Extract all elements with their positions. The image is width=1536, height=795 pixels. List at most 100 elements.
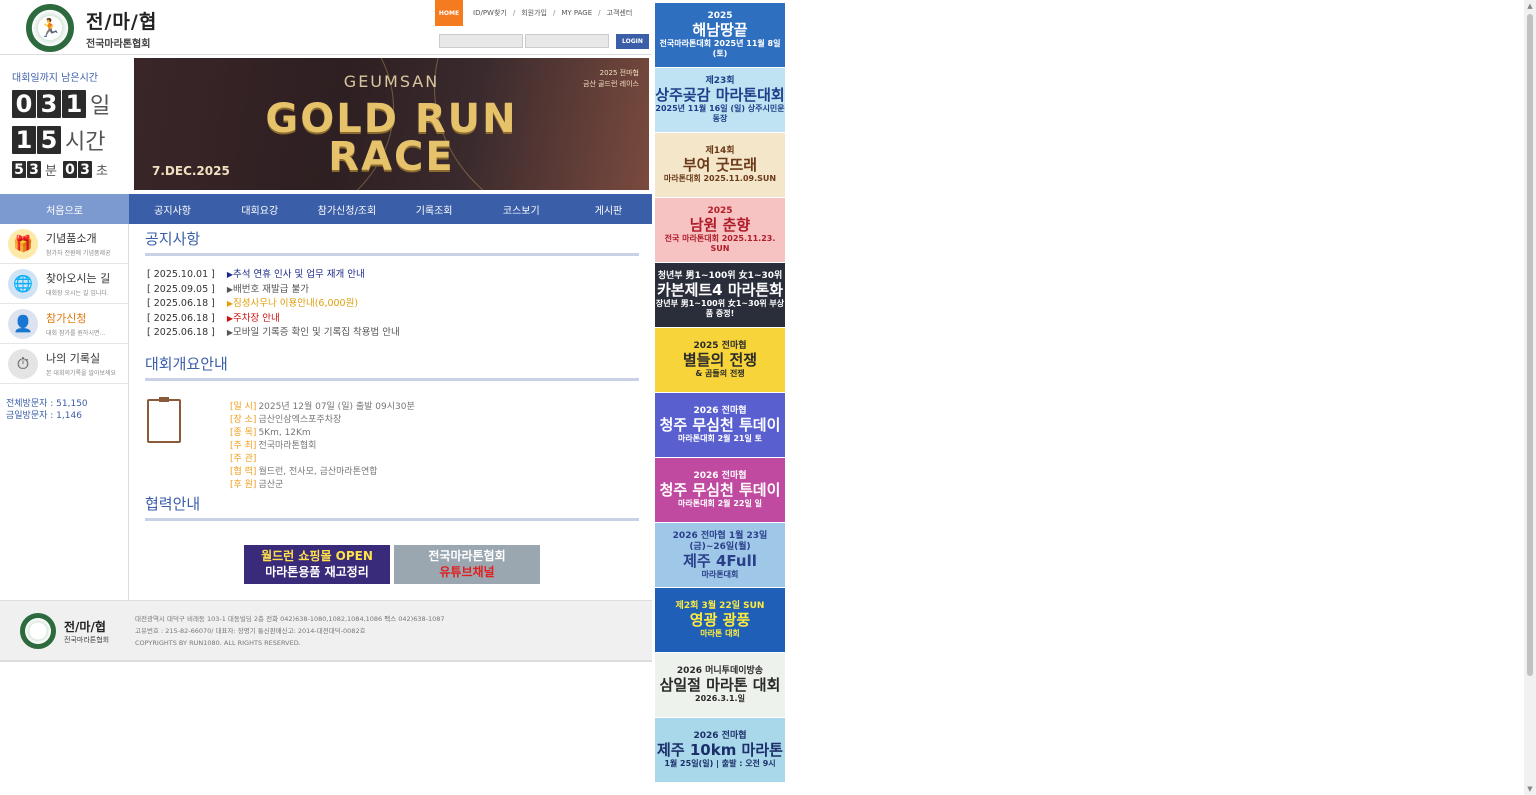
overview-label: [협 력] bbox=[230, 466, 257, 477]
notice-text[interactable]: 주차장 안내 bbox=[233, 313, 280, 324]
footer-address: 대전광역시 대덕구 비래동 103-1 대동빌딩 2층 전화 042)638-1… bbox=[135, 615, 445, 623]
globe-icon: 🌐 bbox=[8, 268, 38, 299]
ad-text-l2: 청주 무심천 투데이 bbox=[659, 416, 781, 434]
separator: / bbox=[598, 9, 601, 17]
overview-label: [후 원] bbox=[230, 479, 257, 490]
sidebar-ad-banner[interactable]: 제23회 상주곶감 마라톤대회 2025년 11월 16일 (일) 상주시민운동장 bbox=[655, 68, 785, 132]
nav-notice[interactable]: 공지사항 bbox=[129, 194, 216, 224]
footer-copyright: COPYRIGHTS BY RUN1080. ALL RIGHTS RESERV… bbox=[135, 639, 301, 647]
notice-date: [ 2025.06.18 ] bbox=[147, 298, 215, 309]
right-ad-column: 2025 해남땅끝 전국마라톤대회 2025년 11월 8일 (토) 제23회 상주곶감… bbox=[655, 3, 785, 795]
sidebar-ad-banner[interactable]: 2026 전마협 제주 10km 마라톤 1월 25일(일) | 출발 : 오전 9… bbox=[655, 718, 785, 782]
overview-label: [장 소] bbox=[230, 414, 257, 425]
sidebar-ad-banner[interactable]: 제14회 부여 굿뜨래 마라톤대회 2025.11.09.SUN bbox=[655, 133, 785, 197]
notice-text[interactable]: 짐셩사우나 이용안내(6,000원) bbox=[233, 298, 358, 309]
day-unit: 일 bbox=[90, 94, 111, 119]
hero-tag-line1: 2025 전마협 bbox=[599, 69, 639, 77]
top-navigation: HOME ID/PW찾기 / 회원가입 / MY PAGE / 고객센터 bbox=[435, 0, 651, 26]
footer-business: 고유번호 : 215-82-66070/ 대표자: 장명기 통신판매신고: 20… bbox=[135, 627, 366, 635]
countdown-hours: 1 5 시간 bbox=[12, 124, 128, 156]
ad-text-l3: & 곰들의 전쟁 bbox=[695, 369, 745, 378]
notice-text[interactable]: 배번호 재발급 불가 bbox=[233, 284, 309, 295]
site-logo[interactable]: 🏃 전/마/협 전국마라톤협회 bbox=[26, 4, 176, 52]
notice-text[interactable]: 모바일 기록증 확인 및 기록집 착용법 안내 bbox=[233, 327, 400, 338]
ad-text-l3: 전국마라톤대회 2025년 11월 8일 (토) bbox=[659, 39, 781, 58]
left-menu-registration[interactable]: 👤 참가신청 대회 참가를 원하시면... bbox=[0, 304, 128, 344]
sidebar-ad-banner[interactable]: 2026 머니투데이방송 삼일절 마라톤 대회 2026.3.1.일 bbox=[655, 653, 785, 717]
main-nav: 처음으로 공지사항 대회요강 참가신청/조회 기록조회 코스보기 게시판 bbox=[0, 194, 652, 224]
partners-section-title: 협력안내 bbox=[145, 489, 639, 521]
ad-text-l3: 마라톤대회 2월 21일 토 bbox=[678, 434, 762, 443]
login-button[interactable]: LOGIN bbox=[616, 33, 649, 49]
find-id-pw-link[interactable]: ID/PW찾기 bbox=[473, 8, 507, 18]
partner-banner-youtube[interactable]: 전국마라톤협회 유튜브채널 bbox=[394, 544, 540, 584]
sidebar-ad-banner[interactable]: 청년부 男1~100위 女1~30위 카본제트4 마라톤화 장년부 男1~100위 … bbox=[655, 263, 785, 327]
nav-course[interactable]: 코스보기 bbox=[478, 194, 565, 224]
countdown-digit: 3 bbox=[77, 161, 92, 178]
sidebar-ad-banner[interactable]: 2025 남원 춘향 전국 마라톤대회 2025.11.23. SUN bbox=[655, 198, 785, 262]
nav-registration[interactable]: 참가신청/조회 bbox=[303, 194, 390, 224]
countdown-digit: 5 bbox=[12, 161, 26, 178]
association-emblem-icon: 🏃 bbox=[26, 4, 74, 52]
scroll-down-icon[interactable]: ▼ bbox=[1526, 785, 1534, 793]
total-visitors-value: 51,150 bbox=[56, 399, 88, 409]
ad-text-l1: 2026 전마협 1월 23일(금)~26일(월) bbox=[672, 530, 768, 552]
association-emblem-icon bbox=[20, 613, 56, 649]
countdown-days: 0 3 1 일 bbox=[12, 88, 128, 120]
nav-records[interactable]: 기록조회 bbox=[391, 194, 478, 224]
page: 🏃 전/마/협 전국마라톤협회 HOME ID/PW찾기 / 회원가입 / MY… bbox=[0, 0, 1536, 795]
notice-text[interactable]: 추석 연휴 인사 및 업무 재개 안내 bbox=[233, 269, 365, 280]
sidebar-ad-banner[interactable]: 2025 해남땅끝 전국마라톤대회 2025년 11월 8일 (토) bbox=[655, 3, 785, 67]
nav-board[interactable]: 게시판 bbox=[565, 194, 652, 224]
left-menu-souvenir[interactable]: 🎁 기념품소개 참가자 전원에 기념품제공 bbox=[0, 224, 128, 264]
minute-unit: 분 bbox=[45, 164, 57, 179]
login-id-input[interactable] bbox=[439, 34, 523, 48]
vertical-scrollbar[interactable]: ▲ ▼ bbox=[1524, 0, 1536, 795]
home-button[interactable]: HOME bbox=[435, 0, 463, 26]
ad-text-l2: 삼일절 마라톤 대회 bbox=[659, 676, 781, 694]
sidebar-ad-banner[interactable]: 2025 전마협 별들의 전쟁 & 곰들의 전쟁 bbox=[655, 328, 785, 392]
today-visitors-label: 금일방문자 bbox=[6, 411, 48, 421]
sidebar-ad-banner[interactable]: 2026 전마협 청주 무심천 투데이 마라톤대회 2월 22일 일 bbox=[655, 458, 785, 522]
ad-text-l3: 마라톤대회 2025.11.09.SUN bbox=[663, 174, 777, 183]
ad-text-l2: 상주곶감 마라톤대회 bbox=[655, 86, 785, 104]
scrollbar-thumb[interactable] bbox=[1527, 14, 1533, 676]
left-menu-myrecord[interactable]: ⏱ 나의 기록실본 대회의기록을 알아보세요 bbox=[0, 344, 128, 384]
partner-banner-line2: 마라톤용품 재고정리 bbox=[265, 565, 369, 579]
notice-item[interactable]: [ 2025.06.18 ] ▶짐셩사우나 이용안내(6,000원) bbox=[147, 297, 639, 312]
stopwatch-icon: ⏱ bbox=[8, 348, 38, 379]
sidebar-ad-banner[interactable]: 제2회 3월 22일 SUN 영광 광풍 마라톤 대회 bbox=[655, 588, 785, 652]
sidebar-ad-banner[interactable]: 2026 전마협 1월 23일(금)~26일(월) 제주 4Full 마라톤대회 bbox=[655, 523, 785, 587]
ad-text-l3: 마라톤대회 bbox=[701, 569, 739, 579]
left-menu-directions[interactable]: 🌐 찾아오시는 길 대회장 오시는 길 입니다. bbox=[0, 264, 128, 304]
countdown-panel: 대회일까지 남은시간 0 3 1 일 1 5 시간 5 3 분 0 3 초 bbox=[0, 57, 128, 193]
mypage-link[interactable]: MY PAGE bbox=[561, 9, 592, 17]
partner-banner-line1: 월드런 쇼핑몰 OPEN bbox=[261, 549, 373, 563]
left-menu-title: 나의 기록실 bbox=[46, 352, 101, 365]
hero-title-line2: RACE bbox=[328, 134, 455, 180]
footer: 전/마/협 전국마라톤협회 대전광역시 대덕구 비래동 103-1 대동빌딩 2층… bbox=[0, 600, 652, 662]
overview-value: 2025년 12월 07일 (일) 출발 09시30분 bbox=[258, 401, 415, 412]
hero-banner[interactable]: GEUMSAN GOLD RUN RACE 7.DEC.2025 2025 전마협… bbox=[134, 58, 649, 190]
overview-list: [일 시] 2025년 12월 07일 (일) 출발 09시30분 [장 소] 금산… bbox=[230, 401, 415, 492]
nav-home[interactable]: 처음으로 bbox=[0, 194, 129, 224]
partner-banner-shop[interactable]: 월드런 쇼핑몰 OPEN 마라톤용품 재고정리 bbox=[244, 544, 390, 584]
hero-tag: 2025 전마협 금산 골드런 레이스 bbox=[583, 68, 639, 90]
overview-item: [일 시] 2025년 12월 07일 (일) 출발 09시30분 bbox=[230, 401, 415, 414]
person-icon: 👤 bbox=[8, 308, 38, 339]
left-menu-subtitle: 본 대회의기록을 알아보세요 bbox=[46, 370, 117, 377]
nav-guidelines[interactable]: 대회요강 bbox=[216, 194, 303, 224]
notice-item[interactable]: [ 2025.09.05 ] ▶배번호 재발급 불가 bbox=[147, 283, 639, 298]
notice-item[interactable]: [ 2025.06.18 ] ▶주차장 안내 bbox=[147, 312, 639, 327]
signup-link[interactable]: 회원가입 bbox=[521, 8, 547, 18]
login-password-input[interactable] bbox=[525, 34, 609, 48]
overview-item: [종 목] 5Km, 12Km bbox=[230, 427, 415, 440]
sidebar-ad-banner[interactable]: 2026 전마협 청주 무심천 투데이 마라톤대회 2월 21일 토 bbox=[655, 393, 785, 457]
partner-banners: 월드런 쇼핑몰 OPEN 마라톤용품 재고정리 전국마라톤협회 유튜브채널 bbox=[145, 544, 639, 584]
notice-date: [ 2025.06.18 ] bbox=[147, 327, 215, 338]
customer-center-link[interactable]: 고객센터 bbox=[607, 8, 633, 18]
scroll-up-icon[interactable]: ▲ bbox=[1526, 2, 1534, 10]
countdown-title: 대회일까지 남은시간 bbox=[12, 73, 98, 84]
notice-item[interactable]: [ 2025.10.01 ] ▶추석 연휴 인사 및 업무 재개 안내 bbox=[147, 268, 639, 283]
notice-item[interactable]: [ 2025.06.18 ] ▶모바일 기록증 확인 및 기록집 착용법 안내 bbox=[147, 326, 639, 341]
